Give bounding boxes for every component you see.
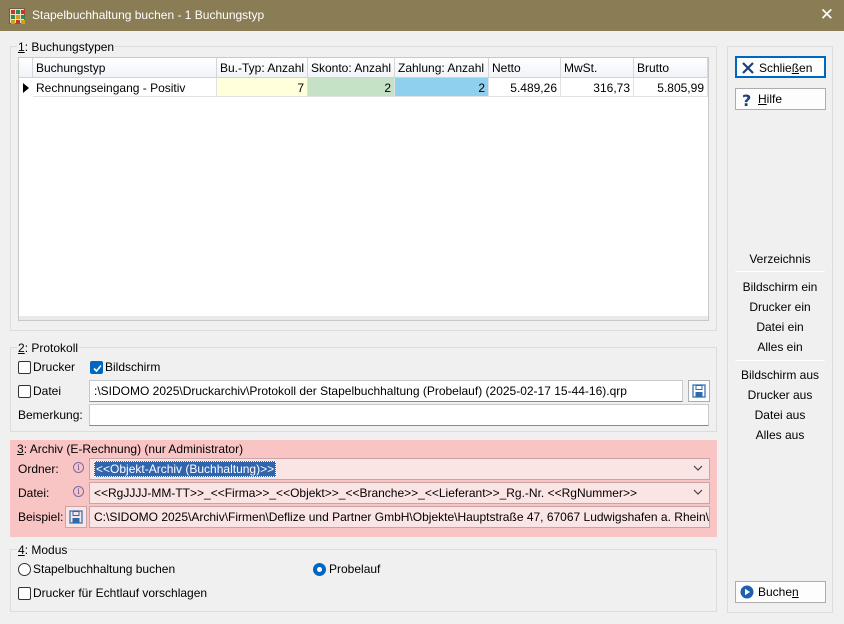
buchungstypen-grid[interactable]: Buchungstyp Bu.-Typ: Anzahl Skonto: Anza… (18, 57, 709, 321)
archiv-title: 3: Archiv (E-Rechnung) (nur Administrato… (17, 442, 244, 456)
side-separator (735, 360, 825, 361)
buchungstypen-title: 1: Buchungstypen (17, 40, 116, 54)
drucker-checkbox[interactable] (18, 361, 31, 374)
ordner-label: Ordner: (18, 462, 59, 476)
col-netto[interactable]: Netto (489, 58, 561, 78)
bemerkung-field[interactable] (89, 404, 709, 426)
chevron-down-icon (693, 489, 703, 495)
probelauf-radio[interactable] (313, 563, 326, 576)
grid-header-corner (19, 58, 33, 78)
buchen-radio[interactable] (18, 563, 31, 576)
ordner-value: <<Objekt-Archiv (Buchhaltung)>> (94, 461, 277, 477)
row-pointer-icon (19, 78, 33, 97)
side-separator (735, 271, 825, 272)
table-row-netto[interactable]: 5.489,26 (489, 78, 561, 97)
archiv-datei-combobox[interactable]: <<RgJJJJ-MM-TT>>_<<Firma>>_<<Objekt>>_<<… (89, 482, 710, 504)
check-icon (93, 364, 102, 373)
svg-text:?: ? (742, 92, 751, 108)
hilfe-button[interactable]: ? Hilfe (735, 88, 826, 110)
col-zahlung-anzahl[interactable]: Zahlung: Anzahl (395, 58, 489, 78)
datei-label: Datei (33, 384, 62, 398)
verzeichnis-label: Verzeichnis (749, 252, 811, 266)
drucker-label: Drucker (33, 360, 76, 374)
modus-title: 4: Modus (17, 543, 69, 557)
datei-ein-link[interactable]: Datei ein (727, 320, 833, 334)
drucker-ein-link[interactable]: Drucker ein (727, 300, 833, 314)
datei-aus-link[interactable]: Datei aus (727, 408, 833, 422)
schliessen-button[interactable]: Schließen (735, 56, 826, 78)
archiv-datei-value: <<RgJJJJ-MM-TT>>_<<Firma>>_<<Objekt>>_<<… (94, 486, 637, 500)
alles-ein-link[interactable]: Alles ein (727, 340, 833, 354)
ordner-combobox[interactable]: <<Objekt-Archiv (Buchhaltung)>> (89, 458, 710, 480)
bildschirm-checkbox[interactable] (90, 361, 103, 374)
datei-checkbox[interactable] (18, 385, 31, 398)
col-bu-typ-anzahl[interactable]: Bu.-Typ: Anzahl (217, 58, 308, 78)
beispiel-label: Beispiel: (18, 510, 64, 524)
window-title: Stapelbuchhaltung buchen - 1 Buchungstyp (32, 8, 265, 22)
col-mwst[interactable]: MwSt. (561, 58, 634, 78)
question-icon: ? (742, 92, 751, 108)
protokoll-title: 2: Protokoll (17, 341, 80, 355)
drucker-echtlauf-checkbox[interactable] (18, 587, 31, 600)
drucker-echtlauf-label: Drucker für Echtlauf vorschlagen (33, 586, 208, 600)
bildschirm-aus-link[interactable]: Bildschirm aus (727, 368, 833, 382)
title-bar: Stapelbuchhaltung buchen - 1 Buchungstyp… (0, 0, 844, 31)
table-row-brutto[interactable]: 5.805,99 (634, 78, 708, 97)
table-row-skonto-anzahl[interactable]: 2 (308, 78, 395, 97)
info-icon[interactable]: i (73, 462, 84, 473)
bemerkung-label: Bemerkung: (18, 408, 83, 422)
save-icon[interactable] (688, 380, 710, 402)
close-x-icon (742, 62, 754, 74)
bildschirm-ein-link[interactable]: Bildschirm ein (727, 280, 833, 294)
buchen-radio-label: Stapelbuchhaltung buchen (33, 562, 176, 576)
col-brutto[interactable]: Brutto (634, 58, 708, 78)
table-row-zahlung-anzahl[interactable]: 2 (395, 78, 489, 97)
chevron-down-icon (693, 465, 703, 471)
table-row-mwst[interactable]: 316,73 (561, 78, 634, 97)
drucker-aus-link[interactable]: Drucker aus (727, 388, 833, 402)
play-icon (740, 585, 754, 599)
grid-scroll-area (19, 316, 708, 320)
grid-header: Buchungstyp Bu.-Typ: Anzahl Skonto: Anza… (19, 58, 708, 78)
close-icon[interactable]: ✕ (820, 5, 834, 25)
col-skonto-anzahl[interactable]: Skonto: Anzahl (308, 58, 395, 78)
table-row-bu-anzahl[interactable]: 7 (217, 78, 308, 97)
alles-aus-link[interactable]: Alles aus (727, 428, 833, 442)
protokoll-datei-field[interactable]: :\SIDOMO 2025\Druckarchiv\Protokoll der … (89, 380, 683, 402)
col-buchungstyp[interactable]: Buchungstyp (33, 58, 217, 78)
table-row-typ[interactable]: Rechnungseingang - Positiv (33, 78, 217, 97)
buchen-button[interactable]: Buchen (735, 581, 826, 603)
modus-group (10, 549, 717, 612)
archiv-datei-label: Datei: (18, 486, 50, 500)
bildschirm-label: Bildschirm (105, 360, 161, 374)
probelauf-radio-label: Probelauf (329, 562, 381, 576)
ledger-app-icon (9, 8, 25, 24)
save-icon[interactable] (65, 506, 87, 528)
beispiel-field[interactable]: C:\SIDOMO 2025\Archiv\Firmen\Deflize und… (89, 506, 710, 528)
info-icon[interactable]: i (73, 486, 84, 497)
